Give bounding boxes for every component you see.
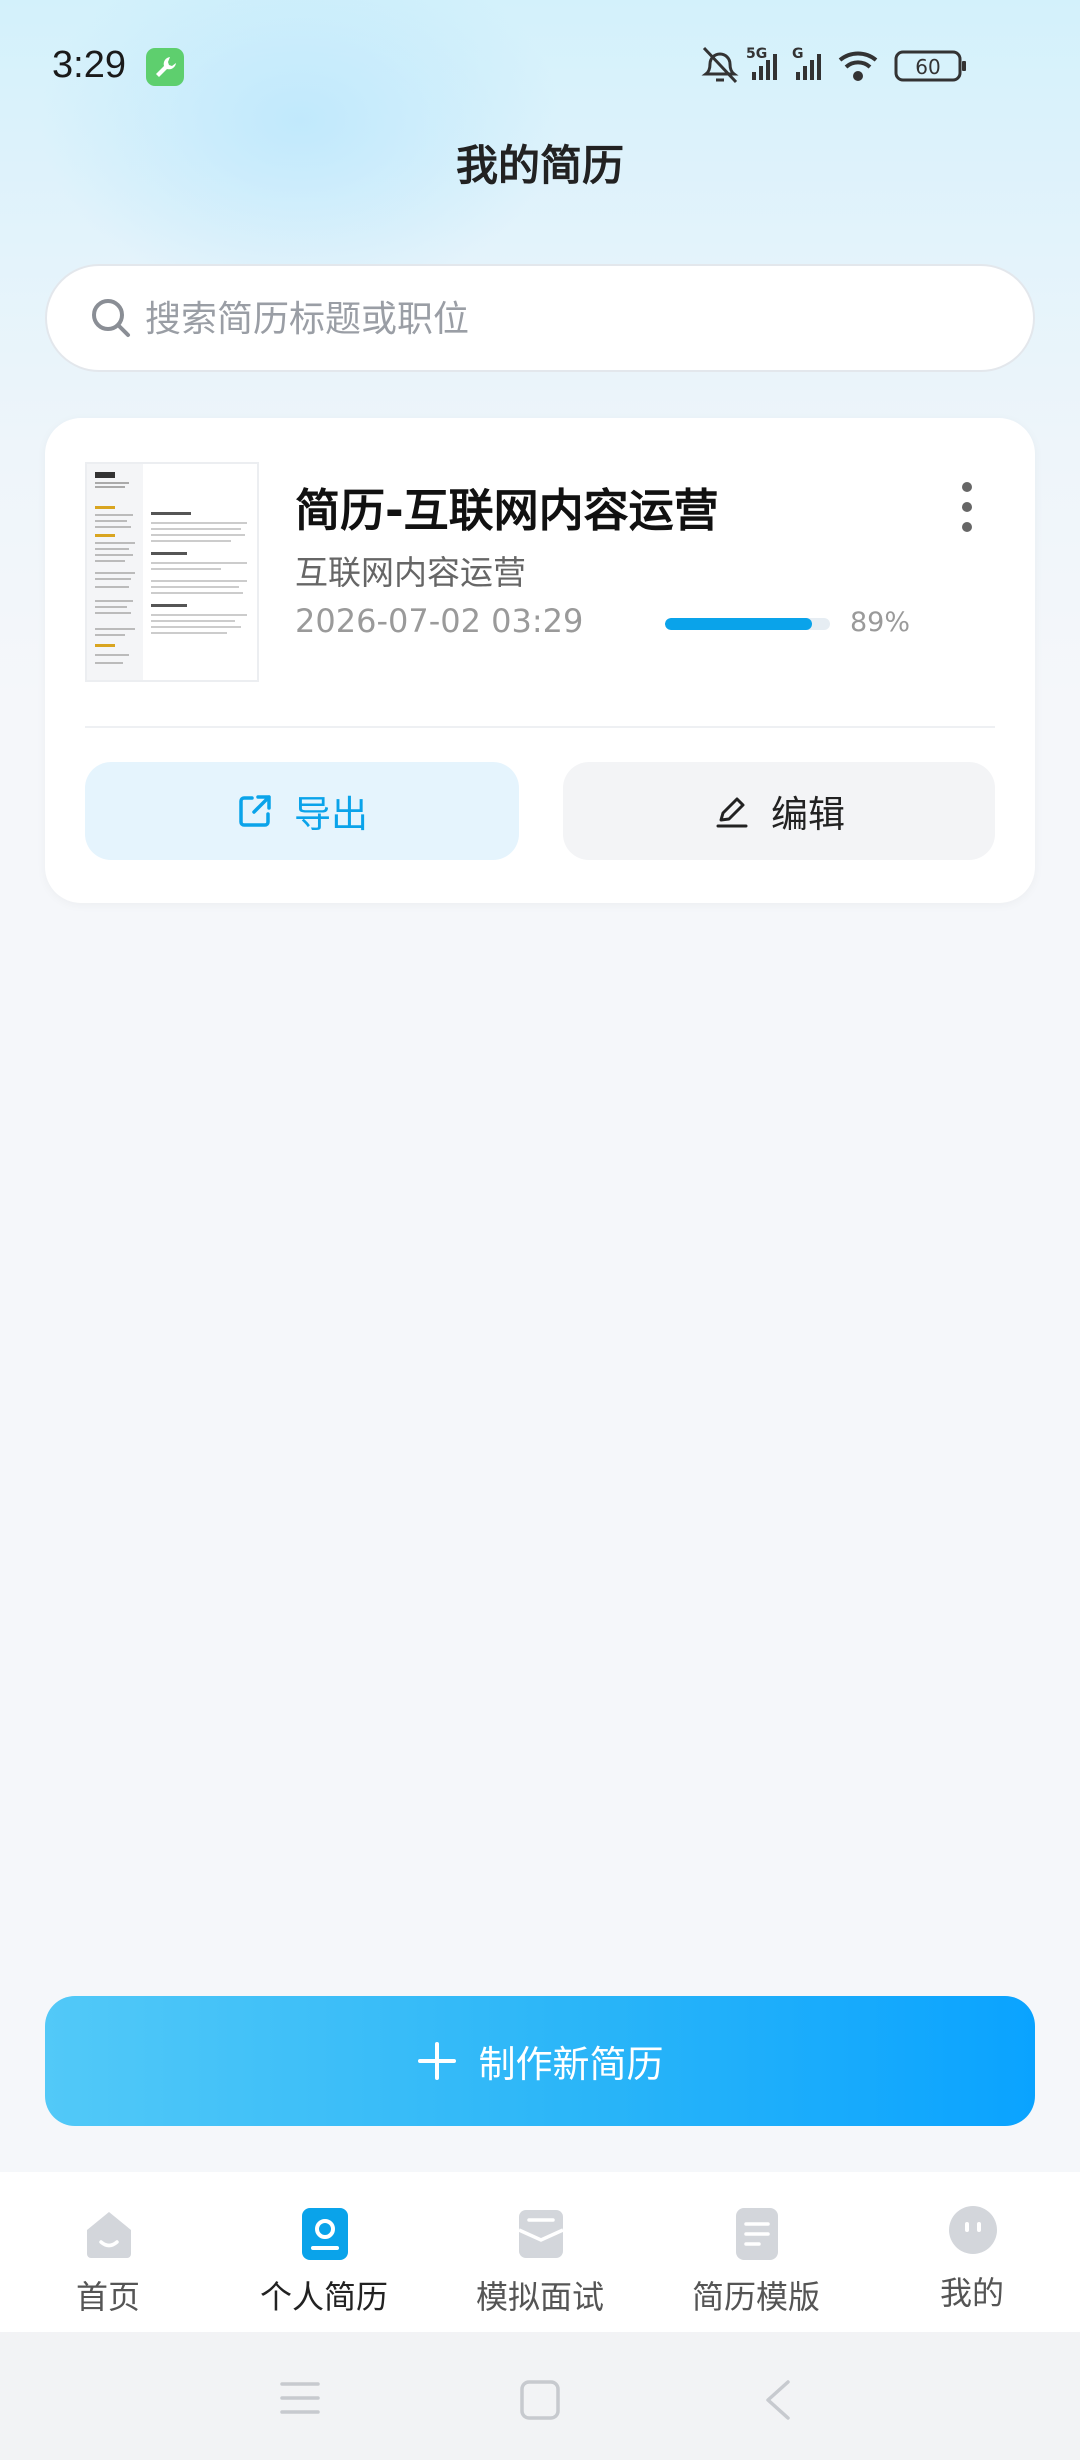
page-title: 我的简历 [455, 141, 624, 190]
mute-bell-icon [701, 46, 739, 84]
home-square-icon[interactable] [518, 2378, 562, 2422]
export-label: 导出 [294, 793, 368, 836]
export-icon [239, 795, 271, 827]
tab-home[interactable]: 首页 [0, 2172, 216, 2332]
more-options-button[interactable] [947, 478, 987, 538]
tab-interview[interactable]: 模拟面试 [432, 2172, 648, 2332]
profile-icon [949, 2206, 997, 2254]
tab-resume[interactable]: 个人简历 [216, 2172, 432, 2332]
tab-template[interactable]: 简历模版 [648, 2172, 864, 2332]
more-dot [962, 522, 972, 532]
tab-profile-label: 我的 [939, 2274, 1004, 2312]
tab-interview-label: 模拟面试 [475, 2278, 604, 2316]
tab-profile[interactable]: 我的 [864, 2172, 1080, 2332]
resume-preview-image [87, 464, 247, 680]
status-icons: 5G G 60 [701, 46, 966, 84]
resume-list-screen: 3:29 5G G 60 我的简历 搜索简历标题或职位 简历-互联网内容运营 互… [0, 0, 1080, 2460]
more-dot [962, 502, 972, 512]
search-icon [92, 299, 130, 337]
search-box[interactable] [45, 264, 1035, 372]
edit-label: 编辑 [771, 793, 845, 836]
resume-card[interactable]: 简历-互联网内容运营 互联网内容运营 2026-07-02 03:29 89% … [45, 418, 1035, 903]
create-resume-button[interactable]: 制作新简历 [45, 1996, 1035, 2126]
battery-icon: 60 [894, 50, 966, 82]
more-dot [962, 482, 972, 492]
status-bar: 3:29 5G G 60 [0, 0, 1080, 135]
export-button[interactable]: 导出 [85, 762, 519, 860]
plus-icon [417, 2042, 456, 2080]
svg-text:G: G [792, 46, 804, 62]
system-navigation-bar [0, 2332, 1080, 2460]
completion-progress-fill [665, 618, 812, 630]
template-icon [736, 2208, 778, 2260]
bottom-tab-bar: 首页 个人简历 模拟面试 简历模版 我的 [0, 2172, 1080, 2332]
home-icon [87, 2212, 131, 2258]
svg-text:5G: 5G [746, 46, 767, 62]
search-input[interactable] [145, 290, 1005, 348]
edit-button[interactable]: 编辑 [563, 762, 995, 860]
resume-thumbnail[interactable] [85, 462, 259, 682]
tab-template-label: 简历模版 [691, 2278, 820, 2316]
resume-position: 互联网内容运营 [295, 553, 526, 592]
svg-text:60: 60 [915, 55, 940, 79]
resume-title[interactable]: 简历-互联网内容运营 [295, 474, 719, 539]
completion-progress-bar [665, 618, 830, 630]
card-divider [85, 726, 995, 728]
create-resume-label: 制作新简历 [478, 2043, 664, 2086]
resume-icon [302, 2208, 348, 2260]
wifi-icon [838, 51, 878, 81]
tab-home-label: 首页 [75, 2278, 140, 2316]
status-time: 3:29 [52, 44, 126, 86]
resume-date: 2026-07-02 03:29 [295, 602, 584, 640]
completion-percent: 89% [850, 607, 911, 638]
tab-resume-label: 个人简历 [259, 2278, 388, 2316]
pencil-icon [716, 797, 748, 828]
interview-icon [518, 2210, 564, 2258]
back-icon[interactable] [760, 2378, 796, 2422]
wrench-app-icon [146, 48, 184, 86]
menu-icon[interactable] [278, 2378, 322, 2418]
